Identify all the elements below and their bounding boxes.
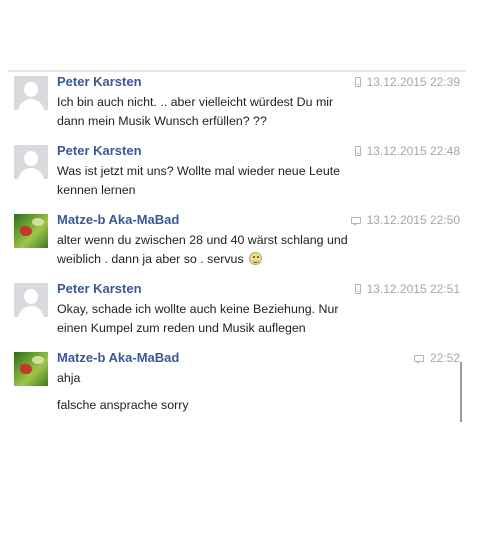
default-avatar-icon[interactable] [14,283,48,317]
message-line: einen Kumpel zum reden und Musik auflege… [57,321,306,335]
chat-icon [413,354,424,364]
message-timestamp: 13.12.2015 22:39 [366,75,460,89]
message-text: Ich bin auch nicht. .. aber vielleicht w… [57,93,387,131]
message-meta: 13.12.2015 22:48 [354,144,460,158]
message-text: Okay, schade ich wollte auch keine Bezie… [57,300,387,338]
user-photo-avatar[interactable] [14,214,48,248]
message-line: weiblich . dann ja aber so . servus [57,252,244,266]
message-text: alter wenn du zwischen 28 und 40 wärst s… [57,231,387,269]
sender-name[interactable]: Peter Karsten [57,281,142,296]
message-text: Was ist jetzt mit uns? Wollte mal wieder… [57,162,387,200]
message-line: Ich bin auch nicht. .. aber vielleicht w… [57,95,334,109]
message-line: falsche ansprache sorry [57,398,189,412]
sender-name[interactable]: Matze-b Aka-MaBad [57,212,179,227]
message-line: kennen lernen [57,183,136,197]
mobile-icon [354,77,361,87]
message-line: ahja [57,371,81,385]
sender-name[interactable]: Peter Karsten [57,74,142,89]
message-meta: 13.12.2015 22:50 [350,213,460,227]
default-avatar-icon[interactable] [14,76,48,110]
message-line: Was ist jetzt mit uns? Wollte mal wieder… [57,164,341,178]
message-line: Okay, schade ich wollte auch keine Bezie… [57,302,339,316]
message-timestamp: 13.12.2015 22:48 [366,144,460,158]
user-photo-avatar[interactable] [14,352,48,386]
chat-icon [350,216,361,226]
message-line-with-emoji: weiblich . dann ja aber so . servus [57,250,387,269]
sender-name[interactable]: Matze-b Aka-MaBad [57,350,179,365]
message-timestamp: 22:52 [429,351,460,365]
message-line: alter wenn du zwischen 28 und 40 wärst s… [57,233,348,247]
message-line: dann mein Musik Wunsch erfüllen? ?? [57,114,267,128]
message-timestamp: 13.12.2015 22:51 [366,282,460,296]
scrollbar[interactable] [460,362,462,422]
mobile-icon [354,284,361,294]
smiley-emoji-icon [249,252,263,265]
thread-top-divider [8,70,466,72]
message-meta: 22:52 [413,351,460,365]
mobile-icon [354,146,361,156]
message-text: ahja falsche ansprache sorry [57,369,387,415]
default-avatar-icon[interactable] [14,145,48,179]
message-meta: 13.12.2015 22:39 [354,75,460,89]
sender-name[interactable]: Peter Karsten [57,143,142,158]
message-meta: 13.12.2015 22:51 [354,282,460,296]
message-timestamp: 13.12.2015 22:50 [366,213,460,227]
